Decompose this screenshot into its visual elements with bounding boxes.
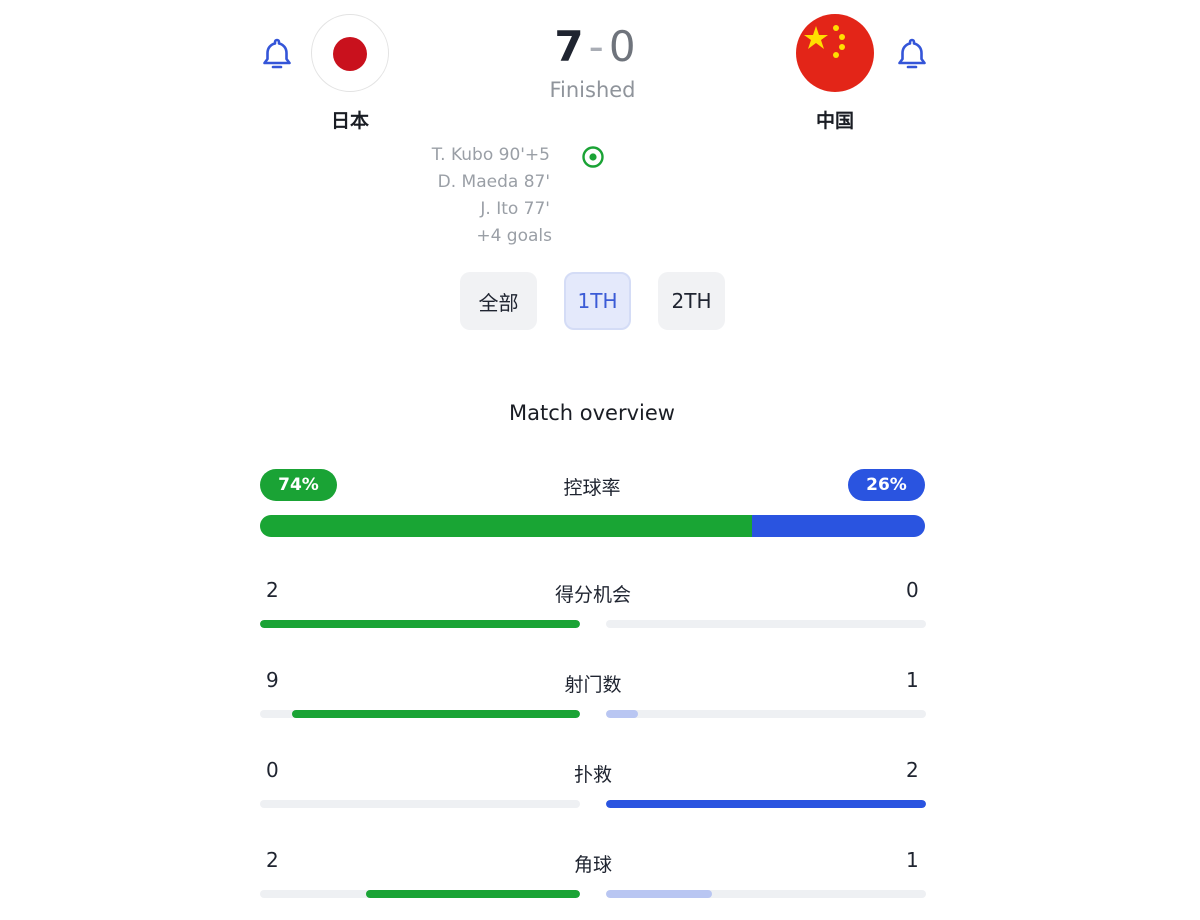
stat-home-fill xyxy=(292,710,580,718)
stat-away-value: 1 xyxy=(906,848,919,872)
match-status: Finished xyxy=(549,78,636,102)
scorer-2: D. Maeda 87' xyxy=(437,172,550,192)
score-separator: - xyxy=(588,22,604,71)
bell-icon-home[interactable] xyxy=(262,37,292,73)
stat-home-track xyxy=(260,710,580,718)
tab-second-half[interactable]: 2TH xyxy=(658,272,725,330)
section-title: Match overview xyxy=(509,401,675,425)
stat-away-track xyxy=(606,620,926,628)
stat-label: 扑救 xyxy=(573,764,612,786)
stat-home-value: 0 xyxy=(266,758,279,782)
stat-away-track xyxy=(606,800,926,808)
more-goals[interactable]: +4 goals xyxy=(302,226,552,246)
japan-flag[interactable] xyxy=(311,14,389,92)
stat-away-value: 2 xyxy=(906,758,919,782)
football-icon xyxy=(581,145,605,173)
stat-away-fill xyxy=(606,800,926,808)
stat-away-track xyxy=(606,710,926,718)
stat-label: 角球 xyxy=(573,854,612,876)
stat-home-track xyxy=(260,800,580,808)
stat-home-fill xyxy=(365,890,580,898)
scorer-1: T. Kubo 90'+5 xyxy=(431,145,550,165)
stat-away-fill xyxy=(606,890,712,898)
tab-all[interactable]: 全部 xyxy=(460,272,537,330)
scoreline: 7 - 0 xyxy=(520,22,670,71)
stat-away-track xyxy=(606,890,926,898)
away-possession-badge: 26% xyxy=(848,469,925,501)
away-team-name[interactable]: 中国 xyxy=(775,106,895,133)
possession-home-fill xyxy=(260,515,753,537)
stat-away-fill xyxy=(606,710,638,718)
home-score: 7 xyxy=(554,22,584,71)
possession-bar xyxy=(260,515,925,537)
tab-first-half[interactable]: 1TH xyxy=(564,272,631,330)
stat-label: 得分机会 xyxy=(554,584,631,606)
stat-home-fill xyxy=(260,620,580,628)
scorer-3: J. Ito 77' xyxy=(480,199,550,219)
possession-label: 控球率 xyxy=(563,477,621,499)
possession-away-fill xyxy=(752,515,925,537)
home-team-name[interactable]: 日本 xyxy=(290,106,410,133)
away-score: 0 xyxy=(608,22,636,71)
stat-home-value: 2 xyxy=(266,578,279,602)
stat-home-value: 9 xyxy=(266,668,279,692)
home-possession-badge: 74% xyxy=(260,469,337,501)
bell-icon-away[interactable] xyxy=(897,37,927,73)
stat-home-track xyxy=(260,890,580,898)
stat-away-value: 0 xyxy=(906,578,919,602)
stat-label: 射门数 xyxy=(564,674,622,696)
china-flag[interactable] xyxy=(796,14,874,92)
stat-home-value: 2 xyxy=(266,848,279,872)
stat-home-track xyxy=(260,620,580,628)
stat-away-value: 1 xyxy=(906,668,919,692)
